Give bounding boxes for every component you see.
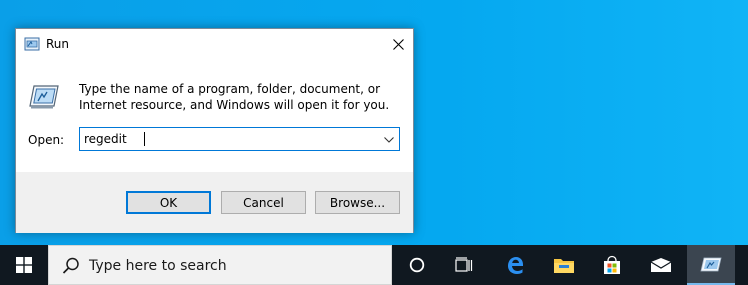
open-label: Open: [28,133,65,147]
edge-button[interactable] [491,245,539,285]
run-program-icon [29,85,59,109]
run-taskbar-button[interactable] [687,245,735,285]
start-button[interactable] [0,245,48,285]
store-button[interactable] [588,245,636,285]
search-icon [62,257,79,274]
text-cursor [144,132,145,146]
dialog-title: Run [46,37,70,51]
open-combobox[interactable] [79,127,400,151]
cancel-button[interactable]: Cancel [221,191,306,214]
chevron-down-icon [384,137,394,143]
run-app-icon [700,257,722,272]
ok-button[interactable]: OK [126,191,211,214]
close-button[interactable] [383,29,413,59]
button-bar: OK Cancel Browse... [16,172,413,233]
run-dialog: Run Type the name of a program, folder, … [15,28,414,233]
task-view-button[interactable] [440,245,488,285]
close-icon [392,38,404,50]
dialog-description: Type the name of a program, folder, docu… [79,82,390,112]
dropdown-button[interactable] [381,132,397,148]
cortana-button[interactable] [393,245,441,285]
mail-button[interactable] [637,245,685,285]
title-bar[interactable]: Run [16,29,413,59]
file-explorer-icon [554,259,574,273]
windows-start-icon [16,257,32,273]
taskbar-search-box[interactable]: Type here to search [48,245,392,285]
store-icon [604,255,620,274]
taskbar: Type here to search [0,245,748,285]
search-placeholder: Type here to search [89,258,227,274]
cortana-icon [409,257,425,273]
browse-button[interactable]: Browse... [315,191,400,214]
task-view-icon [455,257,473,272]
edge-icon [508,257,523,274]
mail-icon [650,258,672,272]
file-explorer-button[interactable] [540,245,588,285]
open-input[interactable] [81,129,377,149]
run-icon [24,37,40,51]
